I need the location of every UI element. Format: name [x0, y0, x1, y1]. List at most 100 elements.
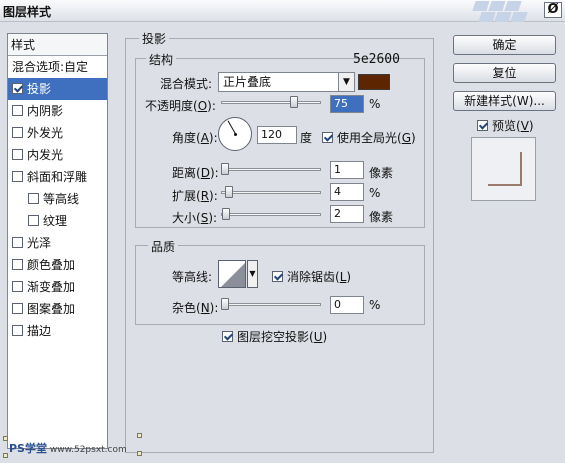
structure-title: 结构 — [146, 51, 177, 68]
style-item-label: 内发光 — [27, 148, 64, 162]
style-item-checkbox[interactable] — [28, 193, 39, 204]
noise-unit: % — [369, 298, 381, 312]
spread-slider[interactable] — [221, 186, 321, 198]
angle-label: 角度(A): — [172, 131, 218, 145]
style-item[interactable]: 内发光 — [8, 144, 107, 166]
preview-shape — [488, 152, 522, 186]
noise-input[interactable]: 0 — [330, 296, 364, 314]
noise-slider[interactable] — [221, 298, 321, 310]
style-item-label: 斜面和浮雕 — [27, 170, 88, 184]
style-item-checkbox[interactable] — [12, 105, 23, 116]
style-item[interactable]: 外发光 — [8, 122, 107, 144]
style-item-label: 图案叠加 — [27, 302, 76, 316]
style-item[interactable]: 等高线 — [8, 188, 107, 210]
opacity-input[interactable]: 75 — [330, 95, 364, 113]
style-item-label: 渐变叠加 — [27, 280, 76, 294]
angle-unit: 度 — [300, 131, 313, 145]
noise-label: 杂色(N): — [172, 301, 219, 315]
style-item-label: 混合选项:自定 — [12, 60, 89, 74]
angle-dial[interactable] — [218, 117, 252, 151]
style-item[interactable]: 光泽 — [8, 232, 107, 254]
style-item-checkbox[interactable] — [12, 303, 23, 314]
style-item-checkbox[interactable] — [12, 281, 23, 292]
style-item-checkbox[interactable] — [12, 149, 23, 160]
style-item[interactable]: 描边 — [8, 320, 107, 342]
spread-slider-handle[interactable] — [225, 186, 233, 198]
global-light-checkbox[interactable]: 使用全局光(G) — [322, 129, 416, 146]
knockout-checkbox[interactable]: 图层挖空投影(U) — [222, 328, 327, 345]
opacity-slider-track — [221, 101, 321, 104]
opacity-slider[interactable] — [221, 96, 321, 108]
spread-label: 扩展(R): — [172, 189, 218, 203]
contour-label: 等高线: — [172, 270, 213, 284]
shadow-color-swatch[interactable] — [358, 74, 390, 90]
style-item[interactable]: 纹理 — [8, 210, 107, 232]
size-input[interactable]: 2 — [330, 205, 364, 223]
opacity-label: 不透明度(O): — [145, 99, 216, 113]
knockout-checkbox-box[interactable] — [222, 331, 233, 342]
angle-dial-hand — [227, 120, 236, 134]
style-item-checkbox[interactable] — [12, 237, 23, 248]
style-item-label: 描边 — [27, 324, 52, 338]
style-item[interactable]: 颜色叠加 — [8, 254, 107, 276]
styles-list: 样式 混合选项:自定 投影 内阴影 外发光 内发光 斜面和浮雕 等高线 纹理 光泽 颜色叠加 渐变叠… — [7, 33, 108, 449]
style-item-checkbox[interactable] — [12, 83, 23, 94]
corner-handle-icon — [137, 451, 142, 456]
noise-slider-handle[interactable] — [221, 298, 229, 310]
global-light-checkbox-box[interactable] — [322, 132, 333, 143]
drop-shadow-group-title: 投影 — [139, 30, 170, 47]
dialog-title: 图层样式 — [3, 5, 52, 19]
anti-alias-checkbox[interactable]: 消除锯齿(L) — [272, 268, 351, 285]
style-item[interactable]: 内阴影 — [8, 100, 107, 122]
style-item-label: 等高线 — [43, 192, 80, 206]
blend-mode-select[interactable]: 正片叠底 ▼ — [218, 72, 355, 92]
new-style-button[interactable]: 新建样式(W)... — [453, 91, 556, 111]
spread-input[interactable]: 4 — [330, 183, 364, 201]
ok-button[interactable]: 确定 — [453, 35, 556, 55]
style-item-label: 纹理 — [43, 214, 68, 228]
style-item[interactable]: 图案叠加 — [8, 298, 107, 320]
distance-label: 距离(D): — [172, 166, 219, 180]
title-bar: 图层样式 Ø — [0, 0, 565, 22]
opacity-unit: % — [369, 97, 381, 111]
distance-slider[interactable] — [221, 163, 321, 175]
style-item-checkbox[interactable] — [12, 259, 23, 270]
size-unit: 像素 — [369, 210, 394, 224]
style-item-checkbox[interactable] — [28, 215, 39, 226]
blend-mode-label: 混合模式: — [160, 77, 213, 91]
style-item[interactable]: 投影 — [8, 78, 107, 100]
contour-curve-icon — [221, 263, 245, 287]
color-annotation: 5e2600 — [353, 52, 400, 67]
corner-handle-icon — [3, 453, 8, 458]
anti-alias-checkbox-box[interactable] — [272, 271, 283, 282]
close-button[interactable]: Ø — [544, 2, 562, 18]
angle-input[interactable]: 120 — [257, 126, 297, 144]
style-item-checkbox[interactable] — [12, 171, 23, 182]
style-preview — [471, 137, 536, 201]
distance-input[interactable]: 1 — [330, 161, 364, 179]
distance-unit: 像素 — [369, 166, 394, 180]
style-item-checkbox[interactable] — [12, 325, 23, 336]
contour-picker[interactable] — [218, 260, 246, 288]
distance-slider-handle[interactable] — [221, 163, 229, 175]
style-item[interactable]: 渐变叠加 — [8, 276, 107, 298]
style-item[interactable]: 斜面和浮雕 — [8, 166, 107, 188]
quality-title: 品质 — [148, 238, 179, 255]
style-item-label: 内阴影 — [27, 104, 64, 118]
spread-slider-track — [221, 191, 321, 194]
preview-checkbox-box[interactable] — [477, 120, 488, 131]
reset-button[interactable]: 复位 — [453, 63, 556, 83]
distance-slider-track — [221, 168, 321, 171]
corner-handle-icon — [137, 433, 142, 438]
preview-checkbox[interactable]: 预览(V) — [477, 117, 534, 134]
noise-slider-track — [221, 303, 321, 306]
opacity-slider-handle[interactable] — [290, 96, 298, 108]
size-slider[interactable] — [221, 208, 321, 220]
style-item-checkbox[interactable] — [12, 127, 23, 138]
size-slider-handle[interactable] — [222, 208, 230, 220]
contour-dropdown-button[interactable]: ▼ — [247, 260, 258, 288]
spread-unit: % — [369, 186, 381, 200]
style-item-label: 光泽 — [27, 236, 52, 250]
style-item[interactable]: 混合选项:自定 — [8, 56, 107, 78]
style-item-label: 投影 — [27, 82, 52, 96]
